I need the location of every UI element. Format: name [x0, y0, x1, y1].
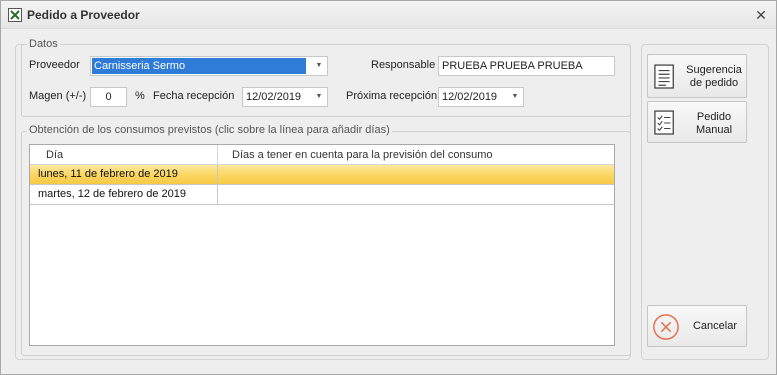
margen-label: Magen (+/-): [29, 90, 87, 102]
sugerencia-label-line1: Sugerencia: [686, 64, 742, 76]
app-icon: [8, 8, 22, 22]
document-list-icon: [654, 64, 674, 89]
table-row[interactable]: martes, 12 de febrero de 2019: [30, 185, 614, 205]
proxima-recepcion-label: Próxima recepción: [346, 90, 438, 102]
sugerencia-label-line2: de pedido: [689, 77, 739, 89]
window-title: Pedido a Proveedor: [27, 8, 140, 22]
pedido-manual-button[interactable]: Pedido Manual: [647, 101, 747, 143]
manual-label-line2: Manual: [695, 124, 733, 136]
cancelar-label: Cancelar: [692, 320, 738, 332]
cell-dias[interactable]: [218, 165, 614, 185]
proveedor-value: Carnisseria Sermo: [92, 58, 306, 74]
fecha-recepcion-label: Fecha recepción: [153, 90, 235, 102]
margen-input[interactable]: 0: [90, 87, 127, 107]
cancelar-button[interactable]: Cancelar: [647, 305, 747, 347]
chevron-down-icon[interactable]: ▼: [311, 88, 327, 106]
cell-dia: lunes, 11 de febrero de 2019: [30, 165, 218, 185]
close-icon[interactable]: ✕: [751, 6, 771, 24]
table-header: Día Días a tener en cuenta para la previ…: [30, 145, 614, 165]
responsable-label: Responsable: [371, 59, 436, 71]
dialog-window: Pedido a Proveedor ✕ Datos Proveedor Car…: [0, 0, 777, 375]
title-bar: Pedido a Proveedor ✕: [1, 1, 776, 29]
chevron-down-icon[interactable]: ▼: [507, 88, 523, 106]
proveedor-label: Proveedor: [29, 59, 80, 71]
column-header-dia[interactable]: Día: [30, 145, 218, 165]
proxima-recepcion-value: 12/02/2019: [442, 91, 498, 103]
cell-dia: martes, 12 de febrero de 2019: [30, 185, 218, 205]
fecha-recepcion-combo[interactable]: 12/02/2019 ▼: [242, 87, 328, 107]
cancel-circle-icon: [653, 314, 679, 340]
datos-group-label: Datos: [27, 38, 60, 50]
sugerencia-pedido-button[interactable]: Sugerencia de pedido: [647, 54, 747, 98]
proveedor-combo[interactable]: Carnisseria Sermo ▼: [90, 56, 328, 76]
consumos-table[interactable]: Día Días a tener en cuenta para la previ…: [29, 144, 615, 346]
fecha-recepcion-value: 12/02/2019: [246, 91, 302, 103]
proxima-recepcion-combo[interactable]: 12/02/2019 ▼: [438, 87, 524, 107]
chevron-down-icon[interactable]: ▼: [311, 57, 327, 75]
document-check-icon: [654, 110, 674, 135]
responsable-field[interactable]: PRUEBA PRUEBA PRUEBA: [438, 56, 615, 76]
column-header-dias[interactable]: Días a tener en cuenta para la previsión…: [218, 145, 614, 165]
table-row[interactable]: lunes, 11 de febrero de 2019: [30, 165, 614, 185]
cell-dias[interactable]: [218, 185, 614, 205]
percent-sign: %: [135, 90, 145, 102]
consumos-group-label: Obtención de los consumos previstos (cli…: [27, 124, 392, 136]
manual-label-line1: Pedido: [696, 111, 732, 123]
